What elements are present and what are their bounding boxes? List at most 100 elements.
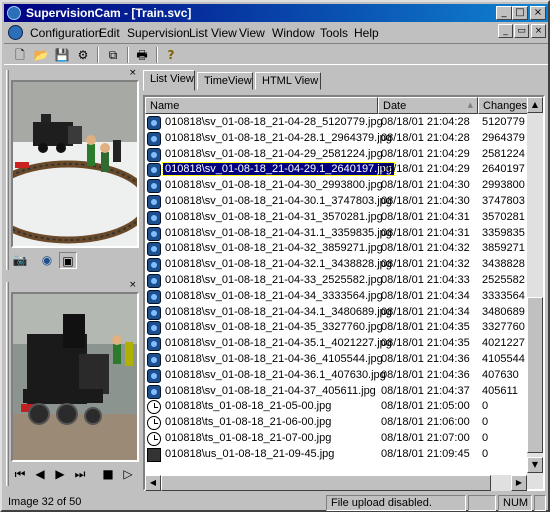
document-icon[interactable] <box>8 25 23 40</box>
title-bar[interactable]: SupervisionCam - [Train.svc] _ □ × <box>4 4 548 22</box>
tools-icon[interactable]: ⚙ <box>73 46 93 64</box>
file-name: 010818\ts_01-08-18_21-06-00.jpg <box>165 416 332 429</box>
last-frame-icon[interactable]: ⏭ <box>71 466 89 483</box>
table-row[interactable]: 010818\sv_01-08-18_21-04-29_2581224.jpg 0… <box>145 147 527 163</box>
file-date: 08/18/01 21:09:45 <box>381 447 470 460</box>
camera-image-icon <box>147 131 161 146</box>
horizontal-scrollbar[interactable]: ◀ ▶ <box>145 475 527 491</box>
save-icon[interactable]: 💾 <box>52 46 72 64</box>
camera-image-icon <box>147 368 161 383</box>
file-date: 08/18/01 21:04:35 <box>381 337 470 350</box>
column-header-name[interactable]: Name <box>145 97 378 114</box>
file-changes: 4105544 <box>482 353 525 365</box>
scroll-right-button[interactable]: ▶ <box>511 475 527 491</box>
table-row[interactable]: 010818\sv_01-08-18_21-04-33_2525582.jpg 0… <box>145 273 527 289</box>
menu-view[interactable]: View <box>239 26 265 40</box>
table-row[interactable]: 010818\ts_01-08-18_21-06-00.jpg 08/18/01 … <box>145 415 527 431</box>
table-row[interactable]: 010818\ts_01-08-18_21-07-00.jpg 08/18/01 … <box>145 431 527 447</box>
close-button[interactable]: × <box>530 6 546 20</box>
film-icon[interactable]: ▣ <box>59 252 77 269</box>
maximize-button[interactable]: □ <box>512 6 528 20</box>
menu-bar: Configuration Edit Supervision List View… <box>4 23 548 42</box>
status-image-count: Image 32 of 50 <box>8 496 82 508</box>
scroll-thumb[interactable] <box>527 297 543 453</box>
play-icon[interactable]: ▷ <box>119 466 137 483</box>
table-row[interactable]: 010818\sv_01-08-18_21-04-28_5120779.jpg 0… <box>145 115 527 131</box>
tab-list-view[interactable]: List View <box>143 70 195 91</box>
child-restore-button[interactable]: ▭ <box>514 24 529 38</box>
table-row[interactable]: 010818\sv_01-08-18_21-04-30.1_3747803.jp… <box>145 194 527 210</box>
camera-icon[interactable]: 📷 <box>11 252 29 269</box>
panel-grip[interactable] <box>6 70 9 270</box>
column-header-changes[interactable]: Changes <box>478 97 528 114</box>
column-header-date[interactable]: Date ▲ <box>378 97 478 114</box>
menu-tools[interactable]: Tools <box>320 26 348 40</box>
stop-icon[interactable]: ■ <box>99 466 117 483</box>
menu-window[interactable]: Window <box>272 26 315 40</box>
new-file-icon[interactable]: 🗋 <box>10 46 30 64</box>
column-label-changes: Changes <box>483 100 528 112</box>
live-preview-panel: × 📷 ◉ ▣ <box>4 66 140 274</box>
menu-supervision[interactable]: Supervision <box>127 26 190 40</box>
table-row[interactable]: 010818\sv_01-08-18_21-04-30_2993800.jpg 0… <box>145 178 527 194</box>
next-frame-icon[interactable]: ▶ <box>51 466 69 483</box>
hscroll-thumb[interactable] <box>161 475 491 491</box>
file-name: 010818\ts_01-08-18_21-05-00.jpg <box>165 400 332 413</box>
table-row[interactable]: 010818\sv_01-08-18_21-04-34_3333564.jpg 0… <box>145 289 527 305</box>
table-row[interactable]: 010818\sv_01-08-18_21-04-31.1_3359835.jp… <box>145 226 527 242</box>
tab-time-view[interactable]: TimeView <box>197 72 253 90</box>
previous-frame-icon[interactable]: ◀ <box>31 466 49 483</box>
playback-image <box>11 292 139 462</box>
table-row[interactable]: 010818\sv_01-08-18_21-04-29.1_2640197.jp… <box>145 162 527 178</box>
file-date: 08/18/01 21:04:34 <box>381 305 470 318</box>
child-close-button[interactable]: × <box>531 24 546 38</box>
table-row[interactable]: 010818\sv_01-08-18_21-04-35.1_4021227.jp… <box>145 336 527 352</box>
minimize-button[interactable]: _ <box>496 6 512 20</box>
print-icon[interactable]: 🖶 <box>132 46 152 64</box>
table-row[interactable]: 010818\us_01-08-18_21-09-45.jpg 08/18/01 … <box>145 447 527 463</box>
file-changes: 3859271 <box>482 242 525 255</box>
camera-image-icon <box>147 179 161 194</box>
scroll-up-button[interactable]: ▲ <box>527 97 543 113</box>
child-minimize-button[interactable]: _ <box>498 24 513 38</box>
table-row[interactable]: 010818\sv_01-08-18_21-04-32_3859271.jpg 0… <box>145 241 527 257</box>
file-changes: 3747803 <box>482 195 525 207</box>
copy-icon[interactable]: ⧉ <box>103 46 123 64</box>
menu-help[interactable]: Help <box>354 26 379 40</box>
scroll-left-button[interactable]: ◀ <box>145 475 161 491</box>
table-row[interactable]: 010818\sv_01-08-18_21-04-32.1_3438828.jp… <box>145 257 527 273</box>
menu-configuration[interactable]: Configuration <box>30 26 101 40</box>
help-icon[interactable]: ? <box>161 46 181 64</box>
file-name: 010818\sv_01-08-18_21-04-30_2993800.jpg <box>165 179 383 192</box>
webcam-icon[interactable]: ◉ <box>38 252 56 269</box>
file-list: Name Date ▲ Changes 010818\sv_01-08-18_2… <box>143 95 545 491</box>
file-date: 08/18/01 21:04:28 <box>381 131 470 144</box>
table-row[interactable]: 010818\sv_01-08-18_21-04-36_4105544.jpg 0… <box>145 352 527 368</box>
menu-edit[interactable]: Edit <box>99 26 120 40</box>
table-row[interactable]: 010818\sv_01-08-18_21-04-37_405611.jpg 08… <box>145 384 527 400</box>
table-row[interactable]: 010818\sv_01-08-18_21-04-34.1_3480689.jp… <box>145 305 527 321</box>
menu-list-view[interactable]: List View <box>189 26 237 40</box>
table-row[interactable]: 010818\sv_01-08-18_21-04-36.1_407630.jpg… <box>145 368 527 384</box>
file-name: 010818\ts_01-08-18_21-07-00.jpg <box>165 432 332 444</box>
open-folder-icon[interactable]: 📂 <box>31 46 51 64</box>
file-name: 010818\sv_01-08-18_21-04-34.1_3480689.jp… <box>165 305 392 318</box>
app-icon[interactable] <box>7 6 21 20</box>
locomotive-image <box>13 294 137 460</box>
table-row[interactable]: 010818\ts_01-08-18_21-05-00.jpg 08/18/01 … <box>145 399 527 415</box>
file-name: 010818\sv_01-08-18_21-04-28_5120779.jpg <box>165 116 383 128</box>
preview-close-button[interactable]: × <box>129 68 137 78</box>
playback-close-button[interactable]: × <box>129 280 137 290</box>
tab-html-view[interactable]: HTML View <box>255 72 321 90</box>
file-changes: 0 <box>482 432 489 444</box>
panel-grip[interactable] <box>6 282 9 486</box>
clock-icon <box>147 416 161 431</box>
table-row[interactable]: 010818\sv_01-08-18_21-04-28.1_2964379.jp… <box>145 131 527 147</box>
scroll-down-button[interactable]: ▼ <box>527 457 543 473</box>
camera-image-icon <box>147 305 161 320</box>
vertical-scrollbar[interactable]: ▲ ▼ <box>527 97 543 489</box>
camera-image-icon <box>147 274 161 288</box>
table-row[interactable]: 010818\sv_01-08-18_21-04-31_3570281.jpg 0… <box>145 210 527 226</box>
table-row[interactable]: 010818\sv_01-08-18_21-04-35_3327760.jpg 0… <box>145 320 527 336</box>
first-frame-icon[interactable]: ⏮ <box>11 466 29 483</box>
